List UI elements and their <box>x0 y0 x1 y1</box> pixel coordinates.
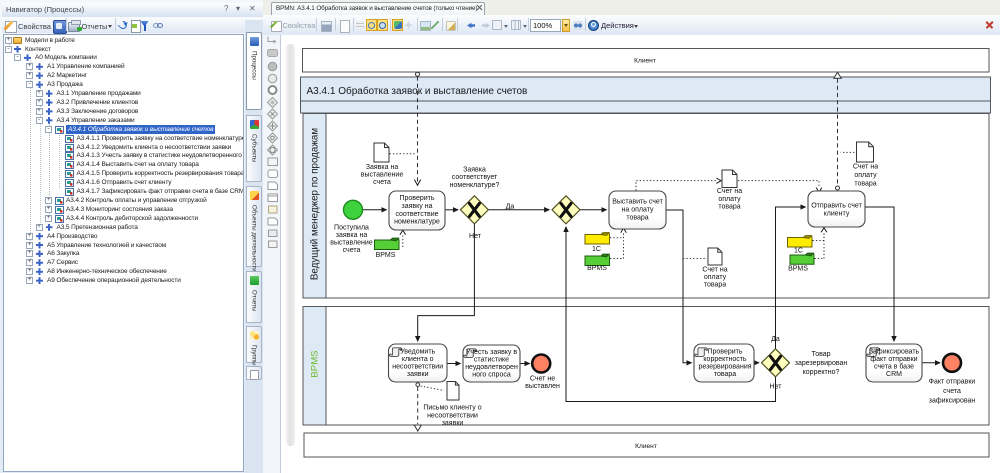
svg-text:зафиксирован: зафиксирован <box>929 397 976 404</box>
svg-text:счета: счета <box>943 388 961 395</box>
svg-text:1С: 1С <box>794 248 803 255</box>
svg-text:Счет не: Счет не <box>530 375 555 382</box>
svg-text:заявки: заявки <box>407 371 429 378</box>
svg-text:резервирования: резервирования <box>698 364 751 371</box>
svg-text:несоответствии: несоответствии <box>427 412 478 419</box>
svg-text:Да: Да <box>771 336 780 343</box>
svg-text:клиента о: клиента о <box>402 356 434 363</box>
svg-text:заявку на: заявку на <box>402 203 433 210</box>
svg-text:выставлен: выставлен <box>525 383 560 390</box>
svg-text:выставление: выставление <box>330 239 373 246</box>
svg-text:Счет на: Счет на <box>853 163 878 170</box>
svg-text:Клиент: Клиент <box>635 443 657 450</box>
svg-text:заявки: заявки <box>442 420 464 427</box>
svg-text:номенклатуре?: номенклатуре? <box>450 182 500 189</box>
svg-text:Выставить счет: Выставить счет <box>612 199 663 206</box>
svg-text:счета: счета <box>343 247 361 254</box>
svg-text:факт отправки: факт отправки <box>870 356 917 363</box>
svg-text:корректность: корректность <box>703 356 747 363</box>
svg-text:Счет на: Счет на <box>702 266 727 273</box>
svg-text:Факт отправки: Факт отправки <box>929 378 976 385</box>
svg-text:неудовлетворен: неудовлетворен <box>465 364 518 371</box>
svg-text:оплату: оплату <box>718 196 741 203</box>
svg-text:оплату: оплату <box>704 274 727 281</box>
svg-text:выставление: выставление <box>361 172 404 179</box>
svg-text:Заявка: Заявка <box>463 166 486 173</box>
svg-text:заявка на: заявка на <box>336 232 368 239</box>
svg-text:несоответствии: несоответствии <box>392 364 443 371</box>
svg-text:Поступила: Поступила <box>334 224 369 231</box>
svg-text:Да: Да <box>506 203 515 210</box>
svg-text:BPMS: BPMS <box>310 350 321 377</box>
svg-text:Письмо клиенту о: Письмо клиенту о <box>423 404 481 411</box>
svg-text:товара: товара <box>718 203 740 210</box>
svg-text:оплату: оплату <box>854 172 877 179</box>
svg-text:Отправить счет: Отправить счет <box>811 203 862 210</box>
svg-text:Ведущий менеджер по продажам: Ведущий менеджер по продажам <box>310 128 321 280</box>
svg-text:Заявка на: Заявка на <box>366 164 399 171</box>
svg-text:номенклатуре: номенклатуре <box>394 219 440 226</box>
svg-text:товара: товара <box>854 180 876 187</box>
svg-text:BPMS: BPMS <box>788 265 808 272</box>
svg-text:Нет: Нет <box>770 383 783 390</box>
svg-text:Уведомить: Уведомить <box>400 348 435 355</box>
svg-text:Нет: Нет <box>469 233 482 240</box>
svg-text:Учесть заявку в: Учесть заявку в <box>466 349 517 356</box>
svg-text:BPMS: BPMS <box>587 265 607 272</box>
svg-text:клиенту: клиенту <box>824 211 850 218</box>
svg-text:товара: товара <box>704 281 726 288</box>
svg-text:на оплату: на оплату <box>622 207 654 214</box>
svg-text:ного спроса: ного спроса <box>472 372 511 379</box>
svg-text:соответствие: соответствие <box>395 211 438 218</box>
svg-text:статистике: статистике <box>474 356 509 363</box>
svg-text:товара: товара <box>626 215 648 222</box>
svg-text:счета в базе: счета в базе <box>874 363 914 371</box>
svg-text:Проверить: Проверить <box>399 195 434 202</box>
svg-text:Товар: Товар <box>811 351 830 358</box>
svg-text:CRM: CRM <box>886 371 902 378</box>
svg-text:А3.4.1 Обработка заявок и выст: А3.4.1 Обработка заявок и выставление сч… <box>307 85 528 97</box>
svg-text:Проверить: Проверить <box>707 348 742 355</box>
svg-text:Зафиксировать: Зафиксировать <box>869 348 920 355</box>
svg-text:соответствует: соответствует <box>452 174 498 181</box>
svg-text:BPMS: BPMS <box>376 252 396 259</box>
svg-text:зарезервирован: зарезервирован <box>795 360 848 367</box>
svg-text:Клиент: Клиент <box>634 58 656 65</box>
svg-text:1С: 1С <box>592 246 601 253</box>
svg-text:корректно?: корректно? <box>803 369 840 376</box>
svg-text:товара: товара <box>714 371 736 378</box>
svg-text:счета: счета <box>373 179 391 186</box>
svg-text:Счет на: Счет на <box>717 188 742 195</box>
